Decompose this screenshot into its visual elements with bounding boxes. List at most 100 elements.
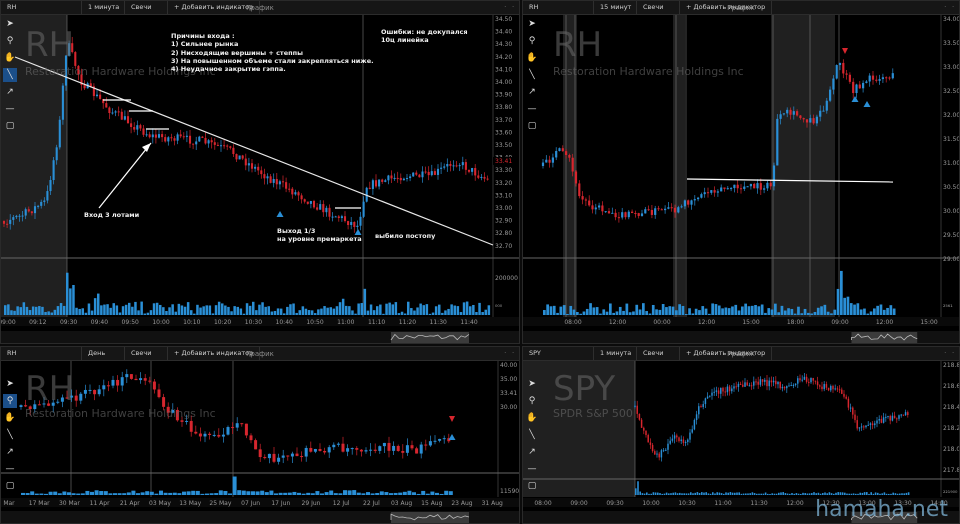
zoom-icon[interactable]: ⚲ (3, 394, 17, 408)
candle (217, 434, 221, 437)
candle (371, 180, 374, 189)
volume-bar (725, 492, 727, 495)
candle (748, 385, 751, 387)
volume-bar (106, 304, 109, 315)
volume-bar (843, 297, 846, 315)
volume-bar (836, 288, 840, 315)
trendline-icon[interactable]: ╲ (525, 68, 539, 82)
candle (125, 374, 129, 378)
candle (735, 386, 737, 388)
price-chart[interactable]: 40.00 35.00 33.41 30.00 Mar 17 Mar 30 Mar 11 Ap… (1, 347, 520, 524)
zoom-icon[interactable]: ⚲ (3, 34, 17, 48)
trendline-icon[interactable]: ╲ (3, 428, 17, 442)
hand-icon[interactable]: ✋ (525, 51, 539, 65)
candle (83, 389, 87, 394)
zoom-icon[interactable]: ⚲ (525, 394, 539, 408)
candle (267, 453, 271, 459)
arrow-icon[interactable]: ↗ (525, 85, 539, 99)
price-axis-label: 218.40 (943, 404, 960, 411)
candle (244, 158, 247, 166)
cursor-icon[interactable]: ➤ (3, 17, 17, 31)
hand-icon[interactable]: ✋ (3, 411, 17, 425)
candle (664, 208, 667, 211)
volume-bar (609, 303, 612, 315)
candle (891, 415, 894, 421)
volume-bar (665, 492, 668, 495)
candle (848, 74, 851, 82)
candle (792, 385, 795, 387)
candle (614, 212, 617, 218)
volume-bar (886, 307, 889, 315)
candle (814, 380, 817, 382)
candle (617, 217, 620, 219)
hand-icon[interactable]: ✋ (525, 411, 539, 425)
candle (744, 382, 746, 387)
volume-bar (637, 481, 639, 495)
horizontal-line-icon[interactable]: — (3, 462, 17, 476)
volume-bar (716, 492, 718, 495)
candle (396, 177, 399, 179)
rectangle-icon[interactable]: ▢ (3, 479, 17, 493)
price-axis-label: 33.30 (495, 167, 512, 174)
cursor-icon[interactable]: ➤ (525, 17, 539, 31)
horizontal-line-icon[interactable]: — (3, 102, 17, 116)
candle (297, 192, 300, 196)
volume-bar (844, 492, 846, 495)
hand-icon[interactable]: ✋ (3, 51, 17, 65)
arrow-icon[interactable]: ↗ (525, 445, 539, 459)
cursor-icon[interactable]: ➤ (3, 377, 17, 391)
trendline-icon[interactable]: ╲ (3, 68, 17, 82)
volume-bar (246, 491, 251, 495)
annotation-reasons: Причины входа : 1) Сильнее рынка 2) Нисх… (171, 32, 374, 74)
candle (117, 111, 120, 113)
candle (863, 426, 865, 428)
volume-bar (269, 490, 274, 495)
volume-bar (431, 312, 435, 315)
volume-bar (186, 302, 190, 315)
candle (706, 396, 709, 399)
volume-bar (326, 307, 329, 315)
volume-bar (815, 493, 817, 495)
candle (902, 414, 905, 416)
candle (716, 191, 719, 193)
volume-bar (839, 492, 842, 495)
zoom-icon[interactable]: ⚲ (525, 34, 539, 48)
volume-bar (94, 490, 99, 495)
candle (865, 425, 867, 428)
volume-bar (833, 309, 837, 315)
candle (303, 199, 306, 202)
candle (40, 201, 43, 206)
buy-marker-icon (851, 96, 859, 102)
volume-bar (648, 313, 652, 315)
session-shading (771, 15, 835, 317)
volume-bar (771, 493, 773, 495)
trendline-icon[interactable]: ╲ (525, 428, 539, 442)
volume-axis-label: ₀₀₀ (495, 302, 503, 309)
volume-bar (118, 312, 122, 315)
horizontal-line-icon[interactable]: — (525, 462, 539, 476)
volume-bar (741, 306, 744, 315)
cursor-icon[interactable]: ➤ (525, 377, 539, 391)
candle (591, 205, 594, 210)
candle (52, 160, 55, 181)
candle (834, 388, 836, 390)
price-axis-label: 40.00 (500, 362, 517, 369)
rectangle-icon[interactable]: ▢ (525, 119, 539, 133)
candle (157, 389, 161, 398)
arrow-icon[interactable]: ↗ (3, 85, 17, 99)
horizontal-line-icon[interactable]: — (525, 102, 539, 116)
volume-bar (807, 312, 810, 315)
volume-bar (407, 301, 410, 315)
rectangle-icon[interactable]: ▢ (525, 479, 539, 493)
rectangle-icon[interactable]: ▢ (3, 119, 17, 133)
candle (812, 118, 815, 124)
time-axis-label: 10:30 (678, 500, 695, 507)
volume-bar (35, 306, 38, 315)
volume-bar (22, 302, 26, 315)
candle (865, 81, 868, 83)
volume-bar (25, 493, 30, 495)
volume-bar (764, 492, 767, 495)
navigator-handle (391, 332, 469, 343)
candle (746, 186, 749, 188)
arrow-icon[interactable]: ↗ (3, 445, 17, 459)
